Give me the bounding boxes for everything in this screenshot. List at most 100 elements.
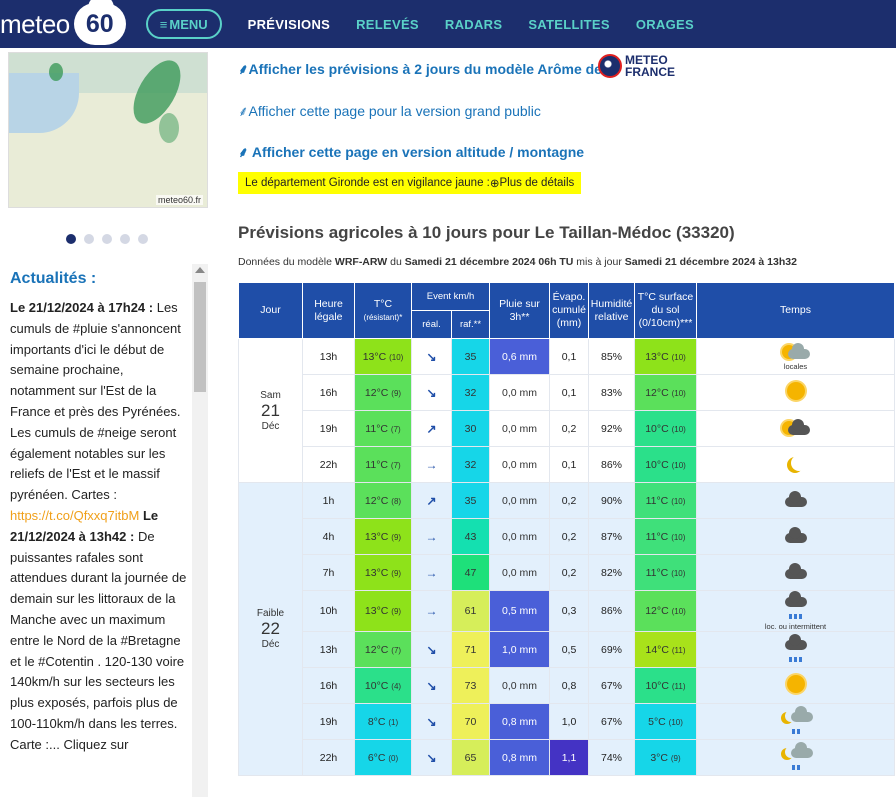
page-title: Prévisions agricoles à 10 jours pour Le … — [238, 223, 735, 242]
rain-drop-icon — [796, 765, 800, 770]
meteo-france-text: METEO FRANCE — [625, 54, 675, 78]
cloud-icon — [787, 419, 810, 435]
news-link[interactable]: https://t.co/Qfxxq7itbM — [10, 508, 139, 523]
logo-text: meteo — [0, 8, 70, 39]
nav-previsions[interactable]: PRÉVISIONS — [248, 17, 330, 32]
evapo-cell: 0,2 — [549, 410, 589, 447]
header-temp-sub: (résistant)* — [363, 312, 403, 322]
temp-value: 12°C — [364, 386, 389, 399]
carousel-dot[interactable] — [120, 234, 130, 244]
evapo-cell: 1,0 — [549, 703, 589, 740]
weather-cell — [696, 446, 895, 483]
weather-cell — [696, 739, 895, 776]
rain-drop-icon — [796, 729, 800, 734]
news-text: Les cumuls de #pluie s'annoncent importa… — [10, 300, 181, 503]
soil-temp-resist: (9) — [670, 753, 681, 763]
evapo-cell: 0,1 — [549, 338, 589, 375]
wind-direction-cell: ↘ — [411, 374, 452, 411]
hour-cell: 22h — [302, 446, 355, 483]
carousel-dot[interactable] — [66, 234, 76, 244]
weather-cell: locales — [696, 338, 895, 375]
wind-arrow-icon: → — [425, 604, 438, 618]
weather-cell — [696, 554, 895, 591]
site-logo[interactable]: meteo 60 — [0, 0, 126, 48]
arome-link[interactable]: ⸙Afficher les prévisions à 2 jours du mo… — [238, 60, 602, 79]
rain-cell: 1,0 mm — [489, 631, 550, 668]
rain-cell: 0,8 mm — [489, 703, 550, 740]
header-pluie: Pluie sur 3h** — [489, 282, 550, 339]
vigilance-banner[interactable]: Le département Gironde est en vigilance … — [238, 172, 582, 194]
humidity-cell: 86% — [588, 446, 635, 483]
menu-button[interactable]: ≡ MENU — [145, 9, 222, 39]
soil-temp-cell: 13°C (10) — [634, 338, 697, 375]
gust-cell: 71 — [451, 631, 490, 668]
weather-cell — [696, 667, 895, 704]
temp-resist: (10) — [389, 352, 404, 362]
weather-note: loc. ou intermittent — [764, 622, 827, 631]
rain-cloud-icon — [790, 706, 813, 722]
nav-radars[interactable]: RADARS — [445, 17, 502, 32]
nav-releves[interactable]: RELEVÉS — [356, 17, 419, 32]
leaf-icon: ⸙ — [238, 144, 252, 160]
temp-cell: 12°C (9) — [354, 374, 412, 411]
header-humidite: Humidité relative — [588, 282, 635, 339]
model-info: Données du modèle WRF-ARW du Samedi 21 d… — [238, 256, 797, 268]
soil-temp-resist: (10) — [668, 717, 683, 727]
temp-value: 12°C — [364, 494, 389, 507]
temp-resist: (9) — [391, 568, 402, 578]
nav-satellites[interactable]: SATELLITES — [528, 17, 609, 32]
soil-temp-cell: 11°C (10) — [634, 482, 697, 519]
weather-cell — [696, 703, 895, 740]
hour-cell: 19h — [302, 410, 355, 447]
weather-cell — [696, 482, 895, 519]
rain-drop-icon — [799, 657, 802, 662]
radar-map[interactable]: meteo60.fr — [8, 52, 208, 208]
soil-temp-cell: 5°C (10) — [634, 703, 697, 740]
altitude-version-link[interactable]: ⸙ Afficher cette page en version altitud… — [238, 143, 584, 162]
public-version-link[interactable]: ⸙Afficher cette page pour la version gra… — [238, 102, 541, 121]
soil-temp-cell: 11°C (10) — [634, 554, 697, 591]
header-tsol: T°C surface du sol (0/10cm)*** — [634, 282, 697, 339]
temp-resist: (9) — [391, 607, 402, 616]
meteo-france-logo[interactable]: METEO FRANCE — [598, 54, 675, 78]
hour-cell: 16h — [302, 374, 355, 411]
sidebar: meteo60.fr Actualités : Le 21/12/2024 à … — [0, 48, 210, 797]
soil-temp-value: 11°C — [645, 566, 669, 579]
wind-arrow-icon: → — [425, 565, 438, 580]
temp-cell: 12°C (7) — [354, 631, 412, 668]
carousel-dot[interactable] — [102, 234, 112, 244]
table-row: 22h 11°C (7) → 32 0,0 mm 0,1 86% 10°C (10) — [239, 446, 895, 483]
temp-resist: (0) — [388, 753, 399, 763]
news-scrollbar[interactable] — [192, 264, 208, 797]
scroll-thumb[interactable] — [194, 282, 206, 392]
soil-temp-resist: (11) — [671, 681, 686, 691]
wind-arrow-icon: ↘ — [426, 678, 437, 693]
rain-cell: 0,0 mm — [489, 482, 550, 519]
nav-orages[interactable]: ORAGES — [636, 17, 694, 32]
news-text: De puissantes rafales sont attendues dur… — [10, 528, 187, 752]
wind-direction-cell: → — [411, 518, 452, 555]
gust-cell: 65 — [451, 739, 490, 776]
wind-direction-cell: ↘ — [411, 338, 452, 375]
soil-temp-value: 11°C — [645, 494, 669, 507]
temp-resist: (7) — [390, 424, 401, 434]
soil-temp-cell: 10°C (10) — [634, 446, 697, 483]
gust-cell: 61 — [451, 590, 490, 632]
evapo-cell: 1,1 — [549, 739, 589, 776]
temp-value: 10°C — [364, 679, 389, 692]
table-row: 13h 12°C (7) ↘ 71 1,0 mm 0,5 69% 14°C (11) — [239, 631, 895, 668]
weather-note: locales — [783, 361, 808, 371]
scroll-up-icon[interactable] — [195, 267, 205, 273]
carousel-dot[interactable] — [84, 234, 94, 244]
wind-direction-cell: ↘ — [411, 703, 452, 740]
temp-cell: 11°C (7) — [354, 410, 412, 447]
cloud-icon — [784, 563, 807, 579]
carousel-dot[interactable] — [138, 234, 148, 244]
vigilance-more-link[interactable]: Plus de détails — [500, 177, 575, 189]
gust-cell: 35 — [451, 482, 490, 519]
rain-cell: 0,0 mm — [489, 446, 550, 483]
model-info-sep: du — [387, 256, 405, 268]
soil-temp-resist: (10) — [671, 496, 686, 506]
wind-direction-cell: → — [411, 554, 452, 591]
wind-direction-cell: ↗ — [411, 482, 452, 519]
